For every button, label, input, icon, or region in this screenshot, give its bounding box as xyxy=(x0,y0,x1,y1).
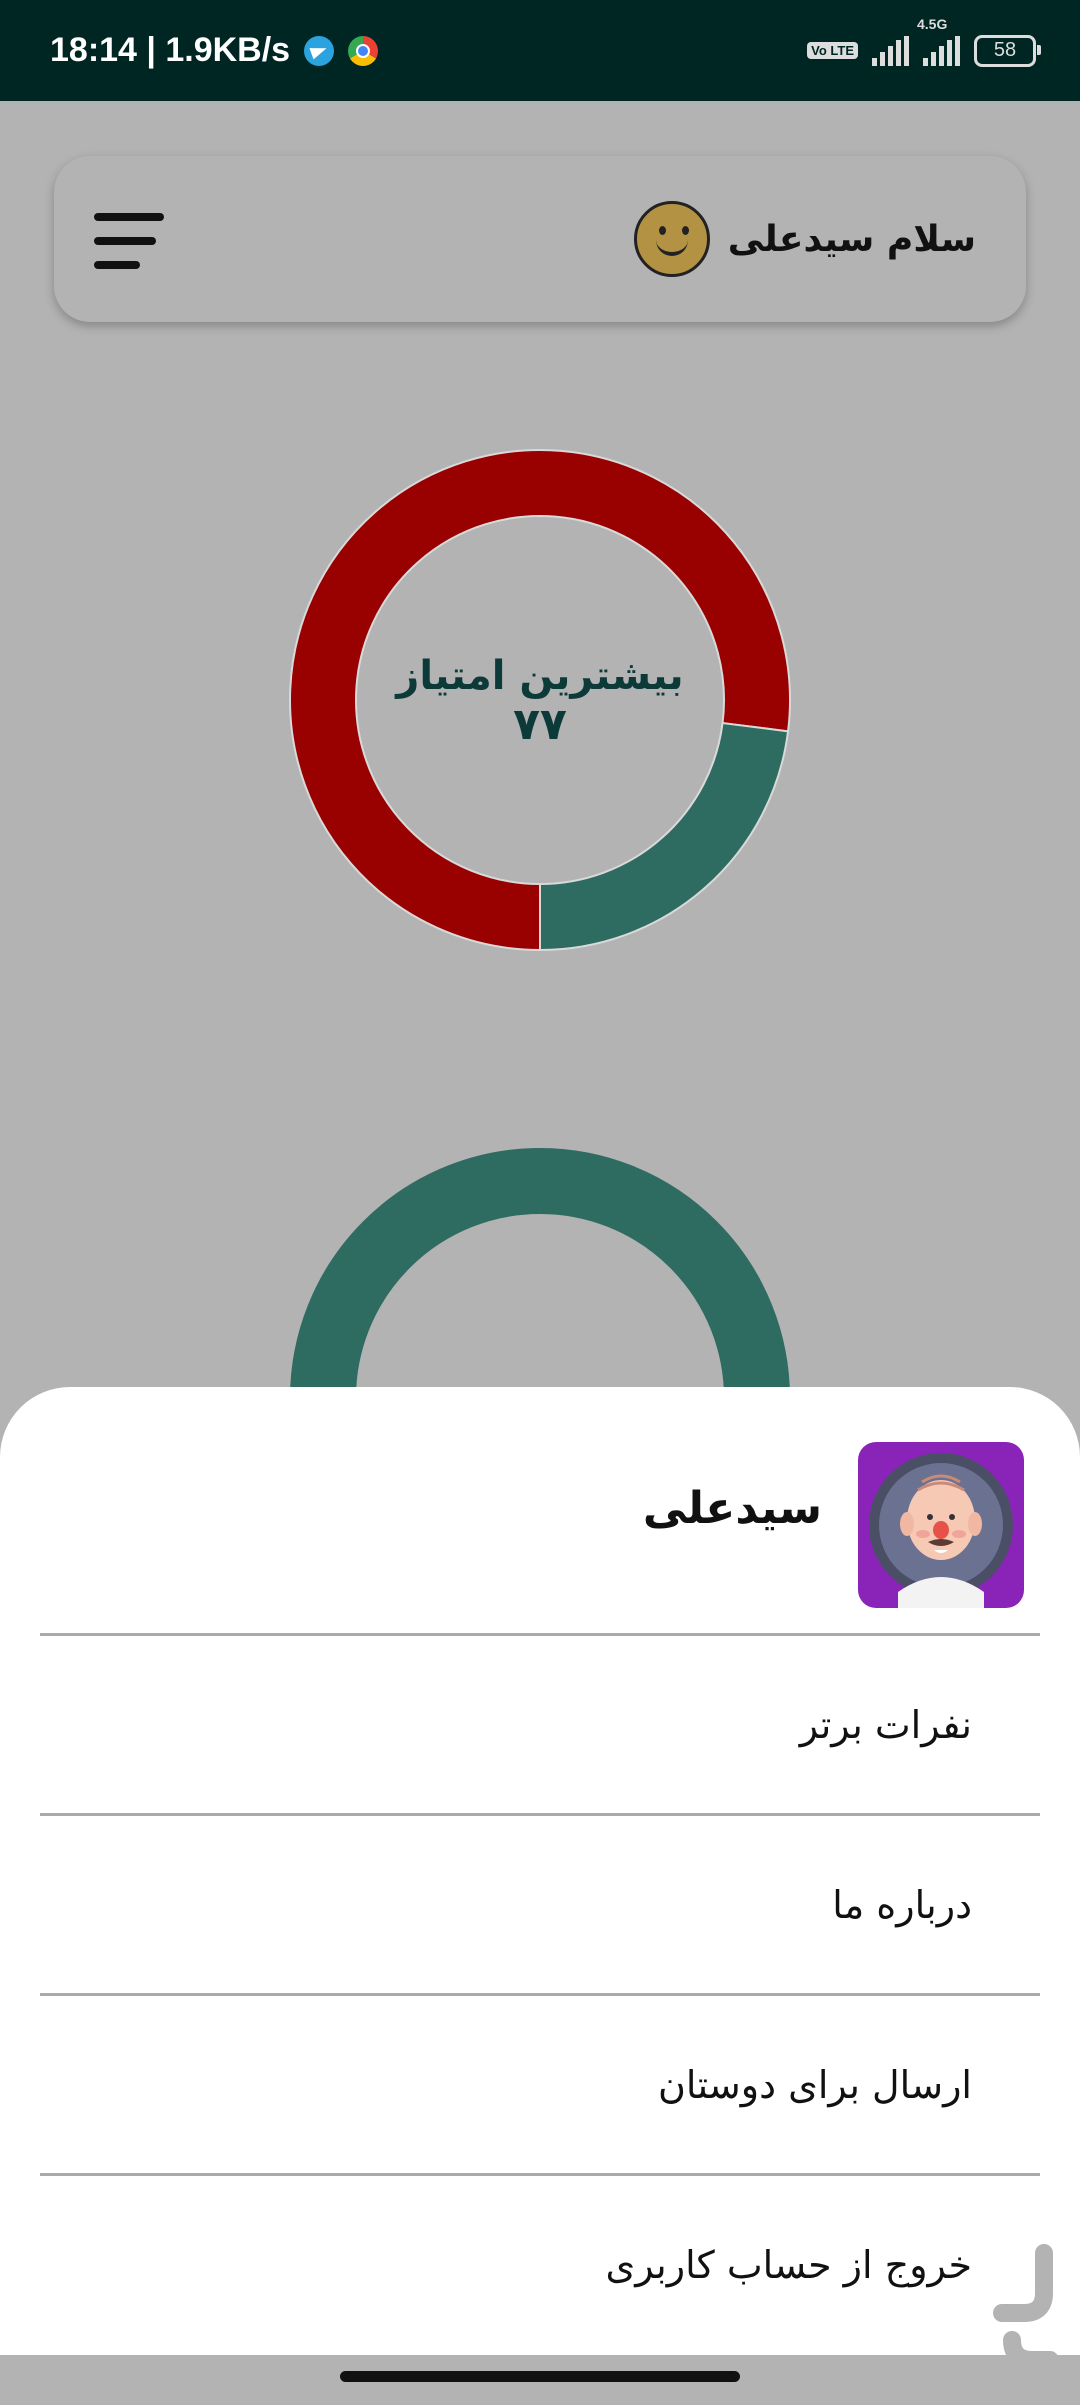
signal-4g-icon: 4.5G xyxy=(917,16,960,66)
chart-center: بیشترین امتیاز ۷۷ xyxy=(287,447,793,953)
avatar[interactable] xyxy=(858,1442,1024,1608)
status-right: Vo LTE 4.5G 58 xyxy=(807,0,1041,101)
menu-item-logout[interactable]: خروج از حساب کاربری xyxy=(40,2173,1040,2353)
greeting: سلام سیدعلی xyxy=(633,156,976,322)
signal-icon xyxy=(872,35,909,66)
status-bar: 18:14 | 1.9KB/s Vo LTE 4.5G 58 xyxy=(0,0,1080,101)
status-left: 18:14 | 1.9KB/s xyxy=(50,0,379,101)
bottom-sheet: سیدعلی نفرات برتر درباره ما ارسال برای د… xyxy=(0,1387,1080,2400)
greeting-text: سلام سیدعلی xyxy=(727,218,976,260)
header-card: سلام سیدعلی xyxy=(54,156,1026,322)
menu-label: ارسال برای دوستان xyxy=(657,2062,972,2107)
smiley-icon xyxy=(633,201,710,277)
chart-value: ۷۷ xyxy=(513,699,567,750)
status-time: 18:14 | 1.9KB/s xyxy=(50,31,291,69)
avatar-illustration xyxy=(869,1453,1013,1608)
telegram-icon xyxy=(304,35,335,66)
battery-icon: 58 xyxy=(974,34,1041,67)
menu-item-share-with-friends[interactable]: ارسال برای دوستان xyxy=(40,1993,1040,2173)
top-score-chart: بیشترین امتیاز ۷۷ xyxy=(287,447,793,953)
menu-item-top-players[interactable]: نفرات برتر xyxy=(40,1633,1040,1813)
chart-title: بیشترین امتیاز xyxy=(396,653,684,699)
navigation-bar xyxy=(0,2355,1080,2400)
chrome-icon xyxy=(348,35,379,66)
menu-label: درباره ما xyxy=(832,1882,972,1927)
drawer-user-name: سیدعلی xyxy=(642,1483,822,1534)
home-handle[interactable] xyxy=(340,2371,740,2382)
profile-row: سیدعلی xyxy=(0,1387,1080,1633)
volte-badge: Vo LTE xyxy=(807,42,858,59)
network-type: 4.5G xyxy=(917,15,948,32)
menu-label: خروج از حساب کاربری xyxy=(605,2242,972,2287)
menu-item-about-us[interactable]: درباره ما xyxy=(40,1813,1040,1993)
battery-level: 58 xyxy=(993,39,1017,61)
menu-icon[interactable] xyxy=(94,213,164,269)
menu-label: نفرات برتر xyxy=(799,1702,972,1747)
